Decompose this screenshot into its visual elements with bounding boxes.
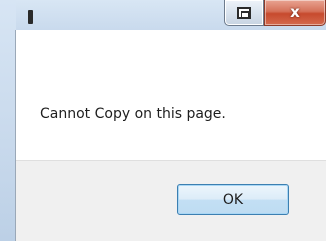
title-bar-corner-mark bbox=[28, 10, 33, 24]
button-strip: OK bbox=[16, 160, 326, 241]
dialog-body: Cannot Copy on this page. bbox=[16, 30, 326, 160]
close-icon: x bbox=[290, 3, 300, 21]
dialog-message: Cannot Copy on this page. bbox=[40, 106, 226, 122]
restore-button[interactable] bbox=[224, 0, 264, 26]
message-dialog: x Cannot Copy on this page. OK bbox=[0, 0, 326, 241]
restore-icon bbox=[237, 6, 251, 19]
window-frame-left bbox=[0, 0, 16, 241]
title-bar[interactable]: x bbox=[16, 0, 326, 30]
ok-button[interactable]: OK bbox=[177, 184, 289, 215]
close-button[interactable]: x bbox=[264, 0, 326, 26]
